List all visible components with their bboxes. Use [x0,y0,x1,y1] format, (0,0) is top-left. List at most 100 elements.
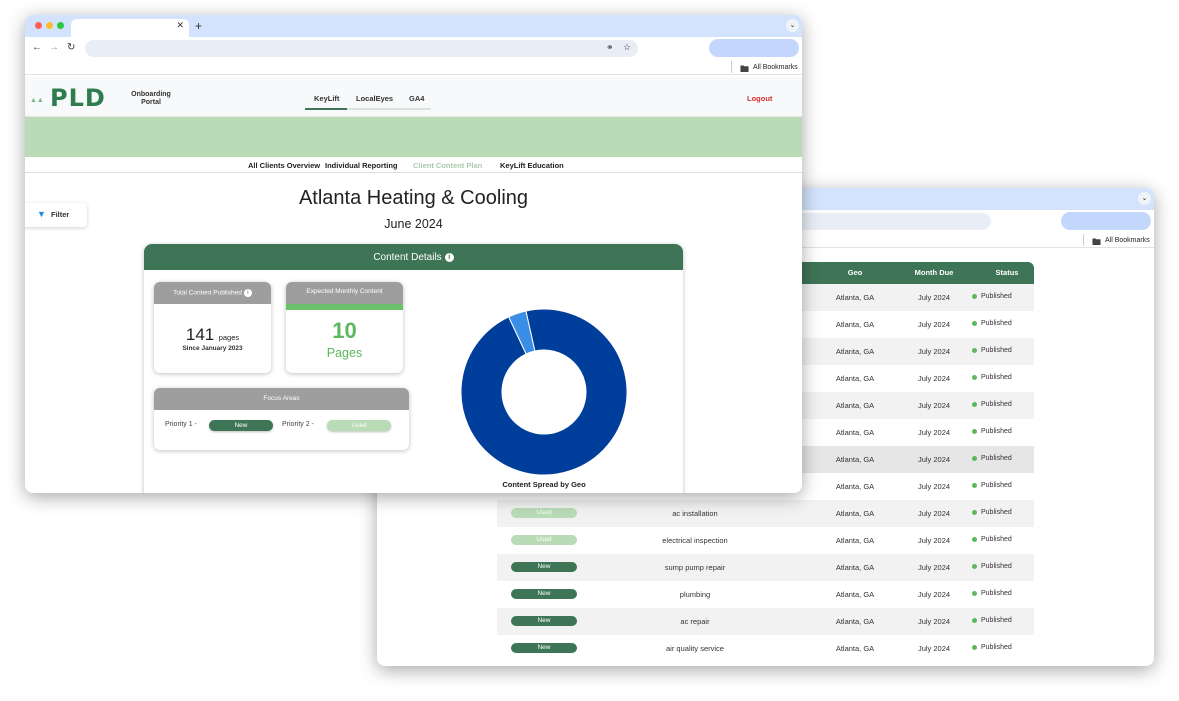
minimize-window-button[interactable] [46,22,53,29]
status-text: Published [981,428,1012,435]
logout-button[interactable]: Logout [747,94,772,103]
subtab-all-clients-overview[interactable]: All Clients Overview [248,161,320,170]
app-header: ▲▲ PLD Onboarding Portal KeyLift LocalEy… [25,77,802,117]
address-bar[interactable]: ⚭ ☆ [85,40,638,57]
status-text: Published [981,401,1012,408]
profile-button[interactable] [709,39,799,57]
month-due-cell: July 2024 [917,455,951,464]
geo-cell: Atlanta, GA [835,482,875,491]
tag-badge[interactable]: New [511,562,577,572]
all-bookmarks-link[interactable]: All Bookmarks [1105,237,1150,244]
focus-areas-card-header: Focus Areas [154,388,409,410]
active-tab[interactable]: ✕ [71,19,189,37]
forward-arrow-icon[interactable]: → [49,42,59,53]
tab-localeyes[interactable]: LocalEyes [356,94,393,103]
status-text: Published [981,482,1012,489]
reload-icon[interactable]: ↻ [67,42,75,53]
profile-button[interactable] [1061,212,1151,230]
header-geo[interactable]: Geo [815,268,895,277]
status-text: Published [981,590,1012,597]
status-text: Published [981,374,1012,381]
back-arrow-icon[interactable]: ← [32,42,42,53]
header-month-due[interactable]: Month Due [894,268,974,277]
tag-badge[interactable]: New [511,643,577,653]
tag-badge[interactable]: New [511,616,577,626]
total-content-label-text: Total Content Published [173,289,242,297]
tag-badge[interactable]: Used [511,535,577,545]
topic-cell: ac repair [680,617,710,626]
close-window-button[interactable] [35,22,42,29]
total-content-label: Total Content Published i [154,289,271,297]
bookmarks-bar: 🖿 All Bookmarks [25,61,802,75]
status-cell: Published [972,482,1012,489]
topic-cell: plumbing [679,590,711,599]
month-due-cell: July 2024 [917,644,951,653]
table-row[interactable]: Used ac installation Atlanta, GA July 2024 P… [497,500,1034,527]
status-text: Published [981,644,1012,651]
priority-2-badge[interactable]: Used [327,420,391,431]
page-title: Atlanta Heating & Cooling [298,187,529,209]
geo-cell: Atlanta, GA [835,563,875,572]
subtab-individual-reporting[interactable]: Individual Reporting [325,161,398,170]
status-cell: Published [972,536,1012,543]
total-content-number: 141 [185,325,215,344]
donut-slice-0[interactable] [460,308,628,476]
geo-cell: Atlanta, GA [835,455,875,464]
content-details-title-text: Content Details [373,252,442,263]
info-icon[interactable]: i [444,252,454,262]
status-dot-icon [972,348,977,353]
header-status[interactable]: Status [977,268,1037,277]
content-spread-donut-chart[interactable] [454,302,634,482]
topic-cell: sump pump repair [664,563,726,572]
bookmarks-divider [731,61,732,73]
info-icon[interactable]: i [243,289,252,297]
month-due-cell: July 2024 [917,428,951,437]
status-dot-icon [972,402,977,407]
portal-title: Onboarding Portal [127,91,175,107]
password-key-icon[interactable]: ⚭ [606,42,614,53]
status-text: Published [981,509,1012,516]
topic-cell: ac installation [672,509,718,518]
bookmark-star-icon[interactable]: ☆ [623,42,631,53]
subtab-client-content-plan[interactable]: Client Content Plan [413,161,482,170]
content-details-panel: Content Details i Total Content Published… [144,244,683,493]
tab-ga4[interactable]: GA4 [409,94,424,103]
tab-search-chevron-icon[interactable]: ⌄ [1138,192,1151,205]
status-dot-icon [972,645,977,650]
table-row[interactable]: New ac repair Atlanta, GA July 2024 Publishe… [497,608,1034,635]
tab-strip: ✕ + ⌄ [25,15,802,37]
table-row[interactable]: Used electrical inspection Atlanta, GA July… [497,527,1034,554]
geo-cell: Atlanta, GA [835,617,875,626]
tab-keylift[interactable]: KeyLift [314,94,339,103]
priority-1-badge[interactable]: New [209,420,273,431]
tag-badge[interactable]: Used [511,508,577,518]
topic-cell: electrical inspection [662,536,728,545]
bookmarks-divider [1083,234,1084,246]
status-text: Published [981,617,1012,624]
subtab-keylift-education[interactable]: KeyLift Education [500,161,564,170]
close-tab-icon[interactable]: ✕ [176,20,184,31]
month-due-cell: July 2024 [917,563,951,572]
new-tab-icon[interactable]: + [195,19,202,33]
table-row[interactable]: New plumbing Atlanta, GA July 2024 Published [497,581,1034,608]
table-row[interactable]: New air quality service Atlanta, GA July 20… [497,635,1034,662]
status-cell: Published [972,401,1012,408]
tag-badge[interactable]: New [511,589,577,599]
tab-search-chevron-icon[interactable]: ⌄ [786,19,799,32]
table-row[interactable]: New sump pump repair Atlanta, GA July 2024 P… [497,554,1034,581]
month-due-cell: July 2024 [917,320,951,329]
status-cell: Published [972,563,1012,570]
portal-title-line1: Onboarding [131,91,171,98]
status-dot-icon [972,375,977,380]
expected-monthly-value: 10 [332,318,357,343]
month-due-cell: July 2024 [917,401,951,410]
browser-toolbar: ← → ↻ ⚭ ☆ [25,37,802,61]
priority-1-label: Priority 1 - [165,421,197,428]
month-due-cell: July 2024 [917,347,951,356]
maximize-window-button[interactable] [57,22,64,29]
pld-logo[interactable]: PLD [50,84,106,112]
geo-cell: Atlanta, GA [835,374,875,383]
status-dot-icon [972,618,977,623]
geo-cell: Atlanta, GA [835,293,875,302]
all-bookmarks-link[interactable]: All Bookmarks [753,64,798,71]
